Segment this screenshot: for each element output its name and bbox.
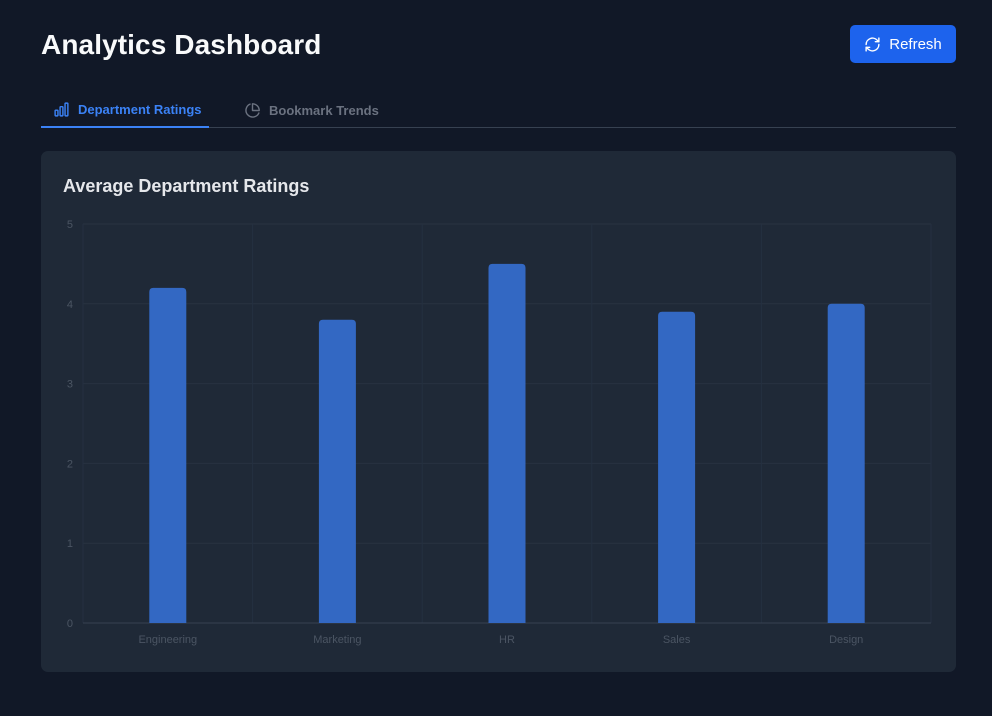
analytics-dashboard: Analytics Dashboard Refresh Department R…	[0, 0, 992, 716]
tab-bar: Department Ratings Bookmark Trends	[41, 92, 956, 128]
bar	[827, 303, 865, 623]
y-tick-label: 2	[67, 458, 73, 470]
bar	[318, 319, 356, 623]
tab-label: Bookmark Trends	[269, 102, 379, 118]
chart-card: Average Department Ratings 0 1 2 3 4 5 Enginee…	[41, 151, 956, 672]
refresh-icon	[864, 36, 881, 53]
x-tick-label: HR	[499, 634, 515, 646]
y-tick-label: 0	[67, 618, 73, 630]
y-tick-label: 1	[67, 538, 73, 550]
x-tick-label: Engineering	[138, 634, 197, 646]
x-tick-label: Sales	[663, 634, 691, 646]
y-tick-label: 5	[67, 219, 73, 231]
bar	[149, 287, 187, 623]
y-tick-label: 4	[67, 299, 73, 311]
bar-chart: 0 1 2 3 4 5 Engineering Marketing HR Sales Design	[67, 219, 932, 646]
x-tick-label: Marketing	[313, 634, 361, 646]
refresh-button-label: Refresh	[889, 35, 942, 53]
y-tick-label: 3	[67, 379, 73, 391]
bar	[658, 311, 696, 623]
tab-department-ratings[interactable]: Department Ratings	[41, 92, 209, 128]
bar-chart-icon	[53, 101, 70, 118]
page-title: Analytics Dashboard	[41, 29, 322, 60]
refresh-button[interactable]: Refresh	[850, 25, 956, 63]
pie-chart-icon	[244, 102, 261, 119]
bar	[488, 263, 526, 623]
tab-bookmark-trends[interactable]: Bookmark Trends	[244, 92, 379, 128]
tab-label: Department Ratings	[78, 101, 202, 117]
x-tick-label: Design	[829, 634, 863, 646]
